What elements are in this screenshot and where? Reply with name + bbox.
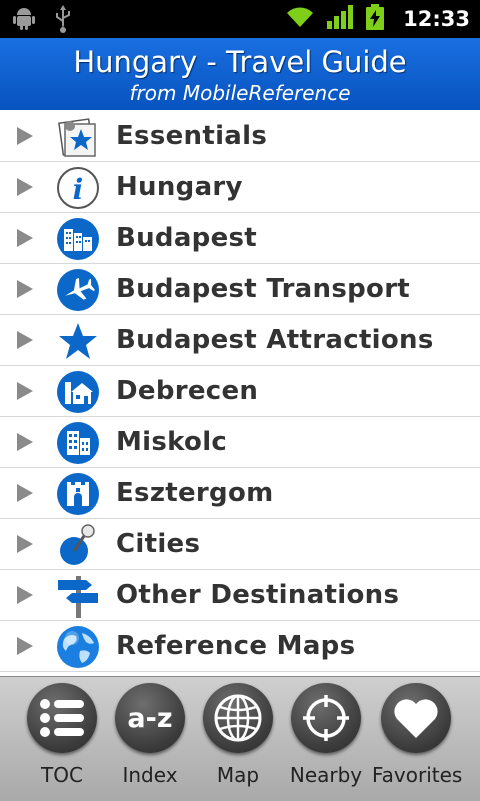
bottom-toolbar: TOC a-z Index Map Nearby Favorites — [0, 676, 480, 801]
expand-arrow-icon — [17, 535, 33, 553]
menu-item-label: Debrecen — [116, 376, 259, 406]
house-icon — [56, 370, 100, 414]
menu-item-hungary[interactable]: i Hungary — [0, 162, 480, 213]
essentials-star-icon — [56, 115, 100, 159]
battery-charging-icon — [365, 4, 385, 34]
page-title: Hungary - Travel Guide — [73, 45, 407, 79]
castle-tower-icon — [56, 472, 100, 516]
signal-icon — [327, 5, 354, 33]
tab-favorites[interactable]: Favorites — [372, 683, 463, 797]
airplane-icon — [56, 268, 100, 312]
expand-arrow-icon — [17, 280, 33, 298]
a-z-glyph: a-z — [127, 702, 173, 734]
menu-item-miskolc[interactable]: Miskolc — [0, 417, 480, 468]
menu-item-label: Hungary — [116, 172, 243, 202]
svg-text:i: i — [73, 173, 84, 206]
expand-arrow-icon — [17, 637, 33, 655]
menu-item-cities[interactable]: Cities — [0, 519, 480, 570]
expand-arrow-icon — [17, 433, 33, 451]
page-subtitle: from MobileReference — [129, 81, 351, 105]
tab-label: Favorites — [372, 763, 463, 787]
globe-grid-icon — [203, 683, 273, 753]
menu-item-label: Cities — [116, 529, 201, 559]
tab-label: TOC — [41, 763, 83, 787]
menu-item-label: Budapest Transport — [116, 274, 411, 304]
expand-arrow-icon — [17, 178, 33, 196]
app-header: Hungary - Travel Guide from MobileRefere… — [0, 38, 480, 110]
menu-item-debrecen[interactable]: Debrecen — [0, 366, 480, 417]
expand-arrow-icon — [17, 331, 33, 349]
menu-item-label: Essentials — [116, 121, 268, 151]
menu-item-esztergom[interactable]: Esztergom — [0, 468, 480, 519]
tab-label: Index — [122, 763, 178, 787]
menu-item-label: Budapest — [116, 223, 258, 253]
globe-icon — [56, 625, 100, 669]
menu-list: Essentials i Hungary Budapest Budapest T… — [0, 111, 480, 672]
menu-item-other-destinations[interactable]: Other Destinations — [0, 570, 480, 621]
building-icon — [56, 421, 100, 465]
menu-item-label: Miskolc — [116, 427, 228, 457]
usb-icon — [54, 5, 72, 37]
expand-arrow-icon — [17, 484, 33, 502]
tab-nearby[interactable]: Nearby — [282, 683, 370, 797]
tab-label: Nearby — [289, 763, 363, 787]
tab-toc[interactable]: TOC — [18, 683, 106, 797]
android-debug-icon — [12, 5, 36, 37]
menu-item-label: Esztergom — [116, 478, 274, 508]
clock: 12:33 — [403, 7, 470, 31]
menu-item-label: Reference Maps — [116, 631, 356, 661]
menu-item-budapest-transport[interactable]: Budapest Transport — [0, 264, 480, 315]
expand-arrow-icon — [17, 229, 33, 247]
wifi-icon — [285, 5, 315, 33]
menu-item-label: Budapest Attractions — [116, 325, 434, 355]
menu-item-essentials[interactable]: Essentials — [0, 111, 480, 162]
pushpin-icon — [56, 523, 100, 567]
status-bar: 12:33 — [0, 0, 480, 38]
expand-arrow-icon — [17, 127, 33, 145]
tab-map[interactable]: Map — [194, 683, 282, 797]
a-z-icon: a-z — [115, 683, 185, 753]
menu-item-budapest[interactable]: Budapest — [0, 213, 480, 264]
crosshair-icon — [291, 683, 361, 753]
tab-index[interactable]: a-z Index — [106, 683, 194, 797]
expand-arrow-icon — [17, 586, 33, 604]
list-icon — [27, 683, 97, 753]
star-icon — [56, 319, 100, 363]
tab-label: Map — [216, 763, 260, 787]
menu-item-reference-maps[interactable]: Reference Maps — [0, 621, 480, 672]
menu-item-label: Other Destinations — [116, 580, 400, 610]
signpost-icon — [56, 574, 100, 618]
menu-item-budapest-attractions[interactable]: Budapest Attractions — [0, 315, 480, 366]
heart-icon — [381, 683, 451, 753]
info-icon: i — [56, 166, 100, 210]
expand-arrow-icon — [17, 382, 33, 400]
city-buildings-icon — [56, 217, 100, 261]
